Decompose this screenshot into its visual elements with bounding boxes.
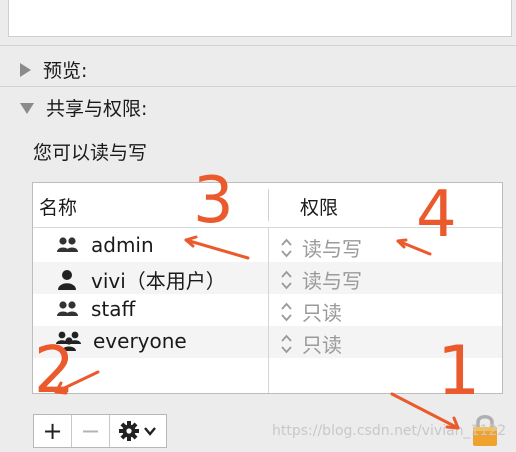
annotation-number-1: 1 <box>437 332 481 411</box>
annotation-number-2: 2 <box>34 334 75 408</box>
annotation-number-3: 3 <box>193 164 234 238</box>
arrow-3 <box>184 238 250 260</box>
annotation-number-4: 4 <box>416 178 457 252</box>
